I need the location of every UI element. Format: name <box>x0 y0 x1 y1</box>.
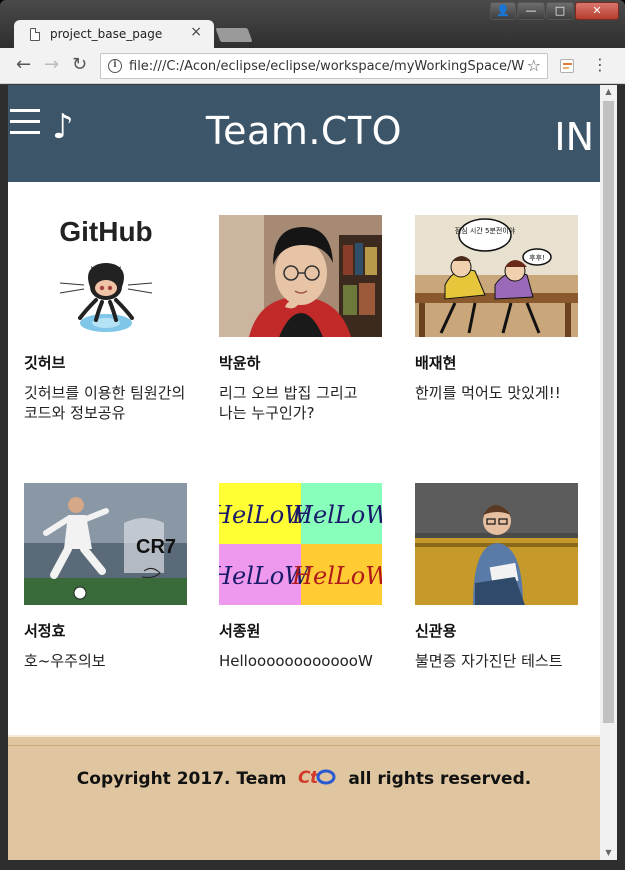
login-link[interactable]: IN <box>554 113 594 161</box>
tile-text: HelLoW <box>291 501 382 529</box>
browser-window: 👤 — □ ✕ project_base_page × ← → ↻ i file… <box>0 0 625 870</box>
card-github[interactable]: GitHub 깃허브 깃허브를 이용한 팀원간의 코드와 정보공유 <box>24 215 189 423</box>
card-name: 서종원 <box>219 622 261 640</box>
card-description: 리그 오브 밥집 그리고 나는 누구인가? <box>219 384 358 422</box>
card-park-yunha[interactable]: 박윤하 리그 오브 밥집 그리고 나는 누구인가? <box>219 215 384 423</box>
maximize-button[interactable]: □ <box>546 2 574 20</box>
scroll-thumb[interactable] <box>603 101 614 723</box>
copyright-text: Copyright 2017. Team C t all rights rese… <box>8 767 600 791</box>
github-logo-image[interactable]: GitHub <box>24 215 187 337</box>
document-icon <box>30 27 40 41</box>
close-window-button[interactable]: ✕ <box>575 2 619 20</box>
browser-toolbar: ← → ↻ i file:///C:/Acon/eclipse/eclipse/… <box>0 48 625 84</box>
copyright-suffix: all rights reserved. <box>348 769 532 789</box>
extension-icon[interactable] <box>560 59 574 73</box>
site-header: ♪ Team.CTO IN <box>8 85 600 182</box>
window-frame-bottom <box>0 860 625 870</box>
card-seo-jongwon[interactable]: HelLoW HelLoW HelLoW HelLoW 서종원 Helloooo… <box>219 483 384 671</box>
browser-tab[interactable]: project_base_page × <box>14 20 214 48</box>
portrait-photo-image[interactable] <box>219 215 382 337</box>
bookmark-star-icon[interactable]: ☆ <box>527 56 541 75</box>
window-frame-right <box>617 85 625 870</box>
card-description: 한끼를 먹어도 맛있게!! <box>415 384 561 402</box>
back-button[interactable]: ← <box>16 55 31 75</box>
page-info-icon[interactable]: i <box>108 59 122 73</box>
card-bae-jaehyun[interactable]: 점심 시간 5분전이야 후후! 배재현 한끼를 먹어도 맛있게!! <box>415 215 580 403</box>
comic-bubble-text: 후후! <box>529 254 545 262</box>
vertical-scrollbar[interactable]: ▲ ▼ <box>600 85 617 860</box>
card-name: 배재현 <box>415 354 457 372</box>
page-viewport: ♪ Team.CTO IN GitHub 깃허브 깃허브를 이용한 팀원간의 코… <box>8 85 600 860</box>
site-title: Team.CTO <box>205 109 403 153</box>
team-cto-logo: C t <box>298 768 336 787</box>
scroll-down-arrow-icon[interactable]: ▼ <box>600 846 617 860</box>
card-description: 불면증 자가진단 테스트 <box>415 652 563 670</box>
poster-text: CR7 <box>136 536 176 558</box>
minimize-button[interactable]: — <box>517 2 545 20</box>
svg-text:GitHub: GitHub <box>59 216 152 247</box>
card-shin-gwanyong[interactable]: 신관용 불면증 자가진단 테스트 <box>415 483 580 671</box>
footer-divider <box>8 745 600 746</box>
card-description: HellooooooooooooW <box>219 652 373 670</box>
tab-title: project_base_page <box>50 27 163 41</box>
tab-close-icon[interactable]: × <box>190 24 202 40</box>
card-name: 서정효 <box>24 622 66 640</box>
card-name: 깃허브 <box>24 354 66 372</box>
url-text[interactable]: file:///C:/Acon/eclipse/eclipse/workspac… <box>129 59 525 74</box>
man-on-sofa-image[interactable] <box>415 483 578 605</box>
user-profile-button[interactable]: 👤 <box>490 2 516 20</box>
soccer-poster-image[interactable]: CR7 <box>24 483 187 605</box>
scroll-up-arrow-icon[interactable]: ▲ <box>600 85 617 99</box>
window-frame-left <box>0 85 8 870</box>
card-seo-jeonghyo[interactable]: CR7 서정효 호~우주의보 <box>24 483 189 671</box>
card-description: 호~우주의보 <box>24 652 106 670</box>
comic-panel-image[interactable]: 점심 시간 5분전이야 후후! <box>415 215 578 337</box>
new-tab-button[interactable] <box>215 28 253 42</box>
title-bar: 👤 — □ ✕ project_base_page × <box>0 0 625 48</box>
site-footer: Copyright 2017. Team C t all rights rese… <box>8 735 600 860</box>
copyright-prefix: Copyright 2017. Team <box>76 769 287 789</box>
address-bar[interactable]: i file:///C:/Acon/eclipse/eclipse/worksp… <box>100 53 548 79</box>
window-controls: 👤 — □ ✕ <box>490 2 619 20</box>
hello-tiles-image[interactable]: HelLoW HelLoW HelLoW HelLoW <box>219 483 382 605</box>
reload-button[interactable]: ↻ <box>72 55 87 75</box>
card-name: 신관용 <box>415 622 457 640</box>
card-description: 깃허브를 이용한 팀원간의 코드와 정보공유 <box>24 384 186 422</box>
card-name: 박윤하 <box>219 354 261 372</box>
comic-speech-text: 점심 시간 5분전이야 <box>455 226 516 235</box>
forward-button[interactable]: → <box>44 55 59 75</box>
browser-menu-icon[interactable]: ⋮ <box>592 56 608 74</box>
tile-text: HelLoW <box>291 562 382 590</box>
